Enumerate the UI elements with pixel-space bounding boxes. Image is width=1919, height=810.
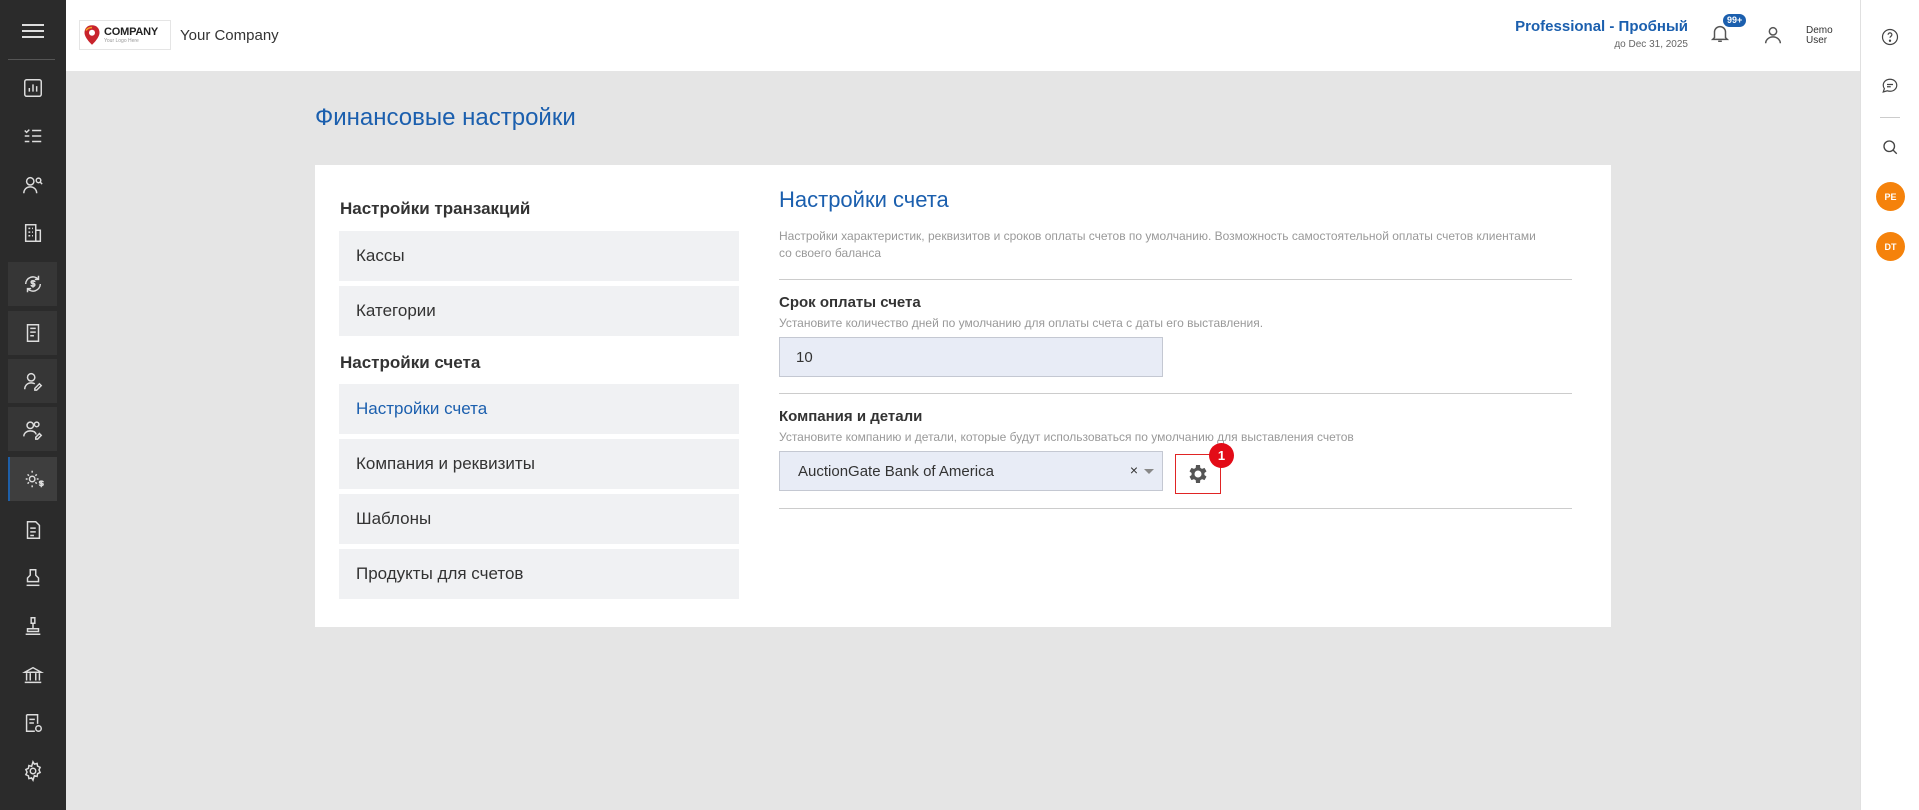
sidebar-item-dashboard[interactable] [8,66,57,110]
notification-count-badge: 1 [1209,443,1234,468]
rail-divider [1880,117,1900,118]
dollar-exchange-icon [24,275,41,293]
company-name[interactable]: Your Company [180,27,279,44]
sidebar-item-finance[interactable] [8,262,57,306]
sidebar-item-financial-settings[interactable] [8,457,57,501]
settings-dollar-icon [25,470,44,488]
nav-item-company-details[interactable]: Компания и реквизиты [339,439,739,489]
menu-toggle-button[interactable] [0,0,66,62]
clear-selection-button[interactable]: × [1130,462,1138,478]
dashboard-chart-icon [23,79,42,97]
search-icon [1883,140,1898,155]
user-profile-button[interactable] [1762,24,1786,48]
chat-button[interactable] [1876,72,1904,100]
chevron-down-icon[interactable] [1144,469,1154,474]
notifications-button[interactable]: 99+ [1709,14,1747,48]
company-select-value: AuctionGate Bank of America [798,462,994,480]
logo-text: COMPANY [104,25,159,38]
sidebar-item-stamp[interactable] [8,556,57,600]
sidebar-item-invoices[interactable] [8,701,57,745]
left-sidebar [0,0,66,810]
user-name[interactable]: Demo User [1806,26,1836,46]
sidebar-item-documents[interactable] [8,508,57,552]
location-pin-icon [84,25,100,45]
avatar-dt[interactable]: DT [1876,232,1905,261]
chat-icon [1882,78,1898,93]
sidebar-item-users-edit[interactable] [8,407,57,451]
sidebar-divider [8,59,55,60]
sidebar-item-user-edit[interactable] [8,359,57,403]
right-rail: PE DT [1860,0,1919,810]
top-header: COMPANY Your Logo Here Your Company Prof… [66,0,1860,71]
nav-item-categories[interactable]: Категории [339,286,739,336]
divider [779,393,1572,394]
user-icon [1764,26,1782,44]
nav-group-transactions-title: Настройки транзакций [340,199,531,218]
gear-icon [24,760,41,782]
avatar-pe[interactable]: PE [1876,182,1905,211]
users-edit-icon [22,421,42,440]
sidebar-item-companies[interactable] [8,211,57,255]
due-days-hint: Установите количество дней по умолчанию … [779,316,1264,330]
nav-group-invoice-title: Настройки счета [340,353,481,372]
ledger-book-icon [26,324,39,342]
search-button[interactable] [1876,133,1904,161]
section-title: Настройки счета [779,187,949,212]
company-select[interactable]: AuctionGate Bank of America × [779,451,1163,491]
page-title: Финансовые настройки [315,104,576,131]
notifications-badge: 99+ [1723,14,1747,27]
due-days-label: Срок оплаты счета [779,294,921,311]
stamp-icon [26,569,39,587]
hamburger-icon [22,24,44,38]
auction-gavel-icon [25,617,40,635]
subscription-plan[interactable]: Professional - Пробный до Dec 31, 2025 [1515,18,1688,50]
sidebar-item-ledger[interactable] [8,311,57,355]
building-icon [24,224,41,242]
sidebar-item-auction[interactable] [8,604,57,648]
sidebar-item-bank[interactable] [8,653,57,697]
nav-item-invoice-products[interactable]: Продукты для счетов [339,549,739,599]
settings-card: Настройки транзакций Кассы Категории Нас… [315,165,1611,627]
logo-subtext: Your Logo Here [104,37,139,44]
gear-icon [1189,465,1207,483]
nav-item-cash-registers[interactable]: Кассы [339,231,739,281]
company-logo[interactable]: COMPANY Your Logo Here [79,20,171,50]
company-details-hint: Установите компанию и детали, которые бу… [779,430,1354,444]
invoice-settings-icon [25,714,42,732]
user-edit-icon [23,372,42,391]
section-description: Настройки характеристик, реквизитов и ср… [779,229,1536,260]
plan-expiry: до Dec 31, 2025 [1614,39,1688,50]
nav-item-invoice-settings[interactable]: Настройки счета [339,384,739,434]
help-icon [1881,28,1899,46]
divider [779,279,1572,280]
help-button[interactable] [1876,23,1904,51]
document-icon [26,521,40,539]
task-list-icon [23,129,41,143]
users-search-icon [22,176,43,194]
sidebar-item-settings[interactable] [8,749,57,793]
plan-title: Professional - Пробный [1515,18,1688,35]
due-days-input[interactable]: 10 [779,337,1163,377]
sidebar-item-tasks[interactable] [8,114,57,158]
company-details-label: Компания и детали [779,408,923,425]
divider [779,508,1572,509]
sidebar-item-clients[interactable] [8,163,57,207]
bank-icon [21,666,44,684]
nav-item-templates[interactable]: Шаблоны [339,494,739,544]
